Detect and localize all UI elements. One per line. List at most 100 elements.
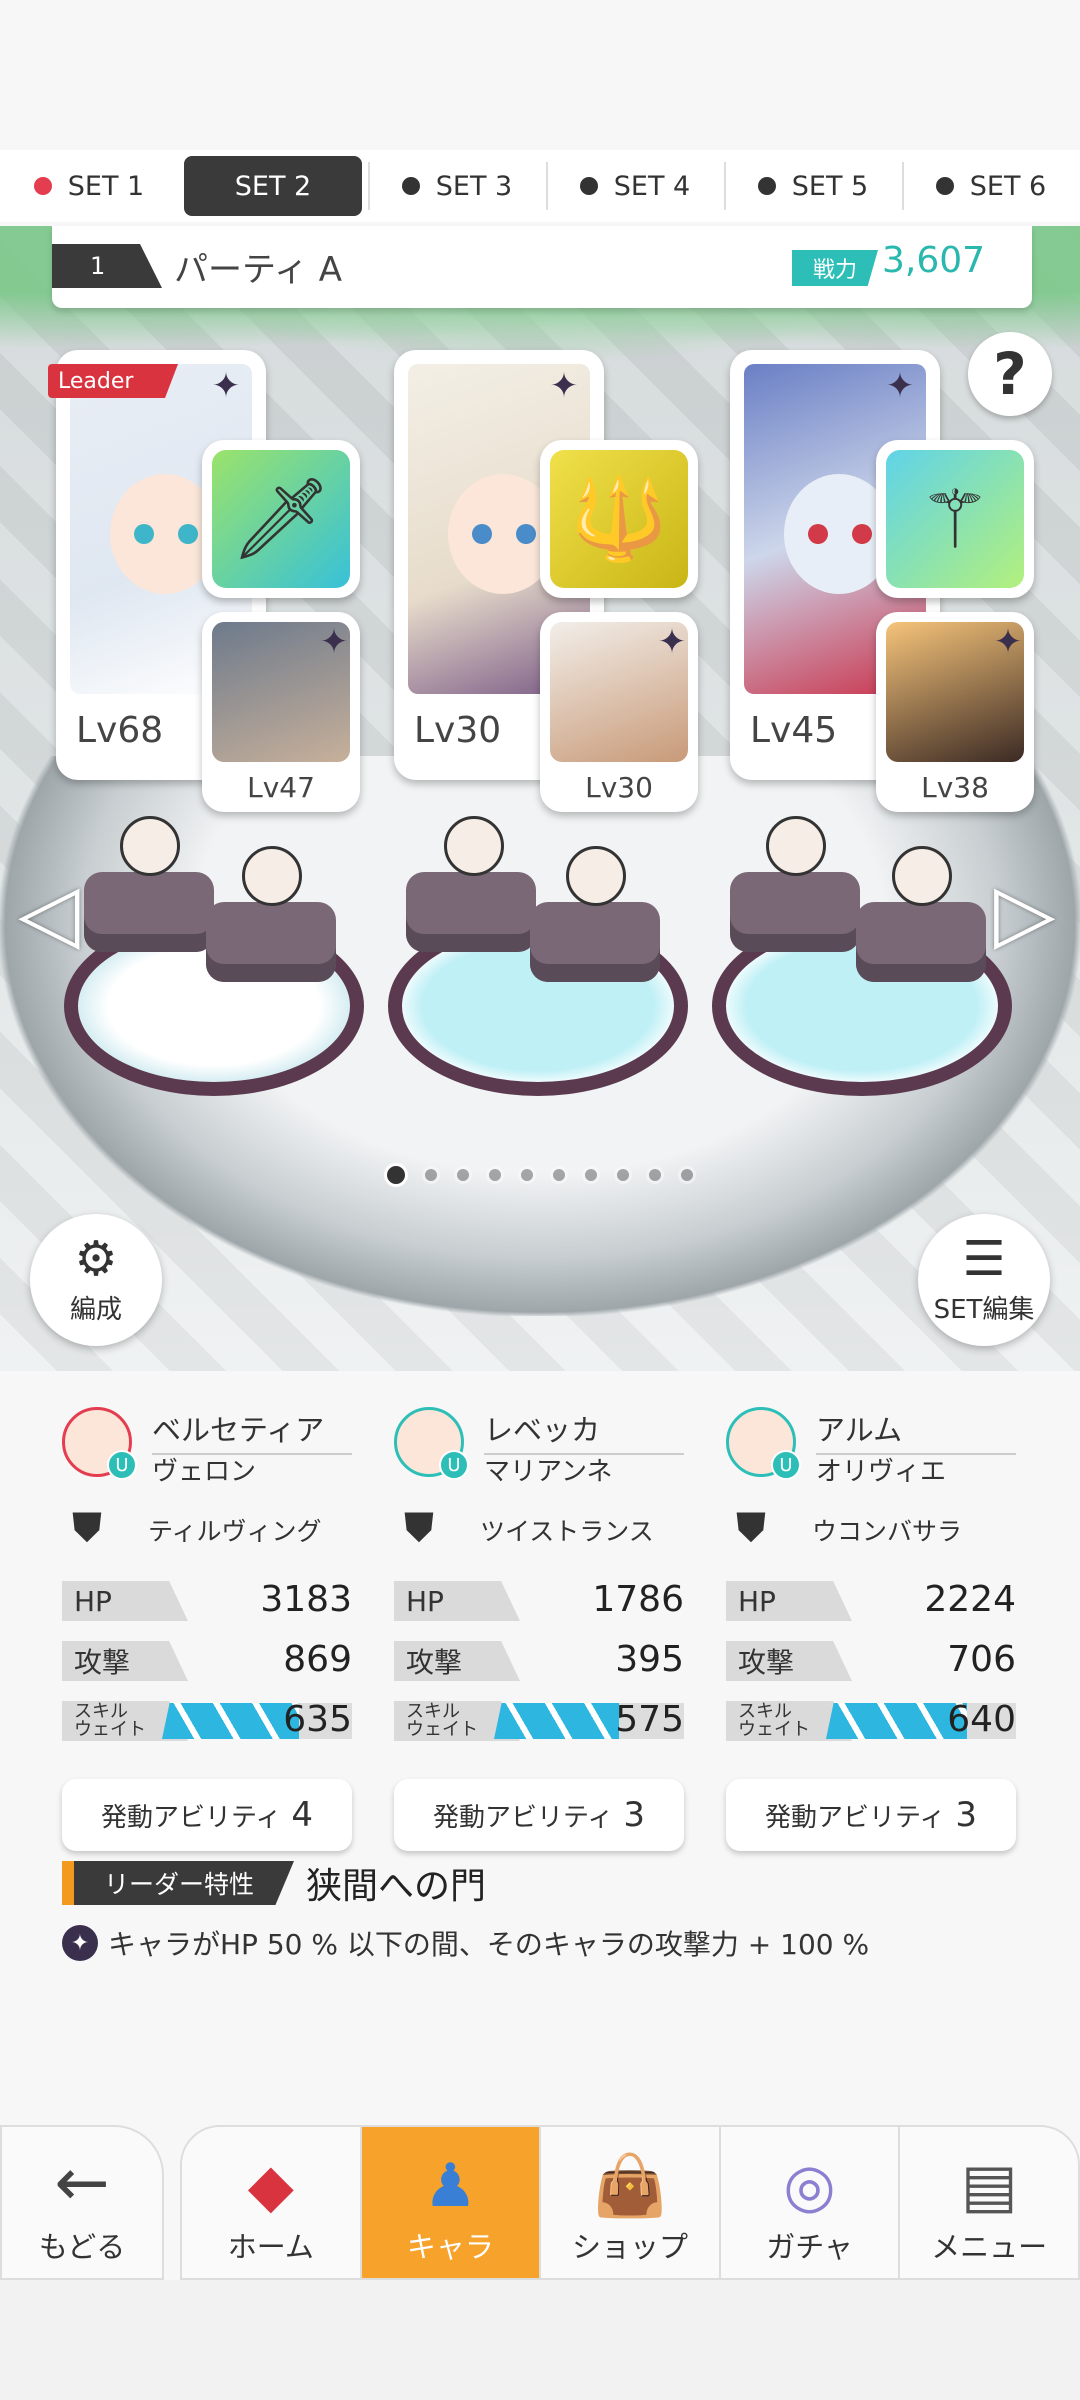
pedestal-block [84, 872, 214, 952]
skill-wait-row: スキル ウェイト 575 [394, 1699, 684, 1745]
sub-character-card[interactable]: ✦ Lv30 [540, 612, 698, 812]
sub-character-level: Lv30 [585, 771, 653, 804]
hp-value: 1786 [592, 1579, 684, 1620]
skill-wait-row: スキル ウェイト 635 [62, 1699, 352, 1745]
unit-badge-icon: U [107, 1450, 137, 1480]
page-dot[interactable] [550, 1166, 568, 1184]
status-dot [757, 177, 776, 195]
page-dot[interactable] [678, 1166, 696, 1184]
party-stage: 1 パーティ A 戦力 3,607 ? Lv68 Leader ✦ 🗡 ✦ Lv… [0, 226, 1080, 1371]
trait-star-icon: ✦ [62, 1925, 98, 1961]
hp-label: HP [726, 1581, 852, 1621]
set-tabs: SET 1 SET 2 SET 3 SET 4 SET 5 SET 6 [0, 150, 1080, 222]
sub-character-card[interactable]: ✦ Lv47 [202, 612, 360, 812]
back-button[interactable]: ← もどる [0, 2125, 164, 2280]
nav-gacha[interactable]: ◎ ガチャ [718, 2127, 899, 2278]
page-dot[interactable] [422, 1166, 440, 1184]
sparkle-star-icon: ✦ [993, 622, 1023, 662]
tab-set-1[interactable]: SET 1 [0, 150, 178, 222]
sparkle-star-icon: ✦ [319, 622, 349, 662]
character-header[interactable]: U レベッカ マリアンネ [394, 1407, 684, 1487]
page-dot[interactable] [614, 1166, 632, 1184]
leader-trait-name: 狭間への門 [306, 1866, 487, 1907]
character-name: ベルセティア [152, 1407, 352, 1455]
page-indicator [0, 1163, 1080, 1187]
chibi-sprite[interactable] [242, 846, 302, 906]
power-label: 戦力 [792, 250, 878, 286]
character-avatar: U [62, 1407, 137, 1480]
weapon-line: ⛊ ウコンバサラ [726, 1495, 1016, 1565]
character-column-2: U レベッカ マリアンネ ⛊ ツイストランス HP 1786 攻撃 395 スキ… [394, 1407, 684, 1851]
portrait-eye [852, 524, 872, 544]
portrait-eye [134, 524, 154, 544]
hp-value: 2224 [924, 1579, 1016, 1620]
sub-character-card[interactable]: ✦ Lv38 [876, 612, 1034, 812]
nav-menu[interactable]: ▤ メニュー [898, 2127, 1078, 2278]
attack-row: 攻撃 395 [394, 1639, 684, 1685]
previous-arrow-icon[interactable]: ◁ [18, 866, 80, 959]
weapon-card[interactable]: 🗡 [202, 440, 360, 598]
character-column-1: U ベルセティア ヴェロン ⛊ ティルヴィング HP 3183 攻撃 869 ス… [62, 1407, 352, 1851]
spear-icon: 🔱 [550, 450, 688, 588]
page-dot[interactable] [454, 1166, 472, 1184]
character-header[interactable]: U アルム オリヴィエ [726, 1407, 1016, 1487]
weapon-shield-icon: ⛊ [72, 1505, 102, 1551]
weapon-shield-icon: ⛊ [404, 1505, 434, 1551]
nav-home[interactable]: ◆ ホーム [182, 2127, 360, 2278]
next-arrow-icon[interactable]: ▷ [994, 866, 1056, 959]
chibi-sprite[interactable] [120, 816, 180, 876]
tab-set-2[interactable]: SET 2 [184, 156, 362, 216]
hp-row: HP 2224 [726, 1579, 1016, 1625]
formation-gear-icon: ⚙ [74, 1230, 118, 1287]
character-level: Lv45 [750, 710, 838, 751]
tab-set-6[interactable]: SET 6 [902, 150, 1080, 222]
status-dot [33, 177, 52, 195]
character-slot-2[interactable]: Lv30 ✦ 🔱 ✦ Lv30 [394, 350, 698, 812]
pedestal-block [530, 902, 660, 982]
character-header[interactable]: U ベルセティア ヴェロン [62, 1407, 352, 1487]
unit-badge-icon: U [771, 1450, 801, 1480]
tab-set-3[interactable]: SET 3 [368, 150, 546, 222]
formation-button[interactable]: ⚙ 編成 [30, 1214, 162, 1346]
nav-shop[interactable]: 👜 ショップ [539, 2127, 719, 2278]
status-dot [579, 177, 598, 195]
main-nav: ◆ ホーム ♟ キャラ 👜 ショップ ◎ ガチャ ▤ メニュー [180, 2125, 1080, 2280]
sub-character-name: マリアンネ [484, 1457, 613, 1487]
weapon-name: ツイストランス [480, 1517, 654, 1546]
chibi-sprite[interactable] [566, 846, 626, 906]
weapon-card[interactable]: ⚚ [876, 440, 1034, 598]
chibi-sprite[interactable] [444, 816, 504, 876]
chibi-sprite[interactable] [892, 846, 952, 906]
page-dot[interactable] [384, 1163, 408, 1187]
party-name: パーティ A [174, 250, 343, 290]
weapon-card[interactable]: 🔱 [540, 440, 698, 598]
status-dot [935, 177, 954, 195]
page-dot[interactable] [518, 1166, 536, 1184]
nav-character[interactable]: ♟ キャラ [359, 2127, 540, 2278]
help-button[interactable]: ? [968, 332, 1052, 416]
attack-label: 攻撃 [726, 1641, 852, 1681]
tab-set-5[interactable]: SET 5 [724, 150, 902, 222]
character-level: Lv30 [414, 710, 502, 751]
ability-button[interactable]: 発動アビリティ 3 [726, 1779, 1016, 1851]
sub-character-name: ヴェロン [152, 1457, 257, 1487]
character-slot-1[interactable]: Lv68 Leader ✦ 🗡 ✦ Lv47 [48, 350, 360, 812]
pedestal-block [406, 872, 536, 952]
skill-wait-value: 640 [947, 1699, 1016, 1740]
page-dot[interactable] [646, 1166, 664, 1184]
skill-wait-fill [826, 1703, 967, 1739]
tab-set-4[interactable]: SET 4 [546, 150, 724, 222]
chibi-sprite[interactable] [766, 816, 826, 876]
sub-character-level: Lv47 [247, 771, 315, 804]
ability-button[interactable]: 発動アビリティ 4 [62, 1779, 352, 1851]
page-dot[interactable] [486, 1166, 504, 1184]
party-bar[interactable]: 1 パーティ A 戦力 3,607 [52, 226, 1032, 308]
hp-value: 3183 [260, 1579, 352, 1620]
ability-button[interactable]: 発動アビリティ 3 [394, 1779, 684, 1851]
set-edit-button[interactable]: ☰ SET編集 [918, 1214, 1050, 1346]
skill-wait-value: 635 [283, 1699, 352, 1740]
page-dot[interactable] [582, 1166, 600, 1184]
gacha-icon: ◎ [783, 2151, 836, 2221]
sparkle-star-icon: ✦ [657, 622, 687, 662]
character-slot-3[interactable]: Lv45 ✦ ⚚ ✦ Lv38 [730, 350, 1034, 812]
